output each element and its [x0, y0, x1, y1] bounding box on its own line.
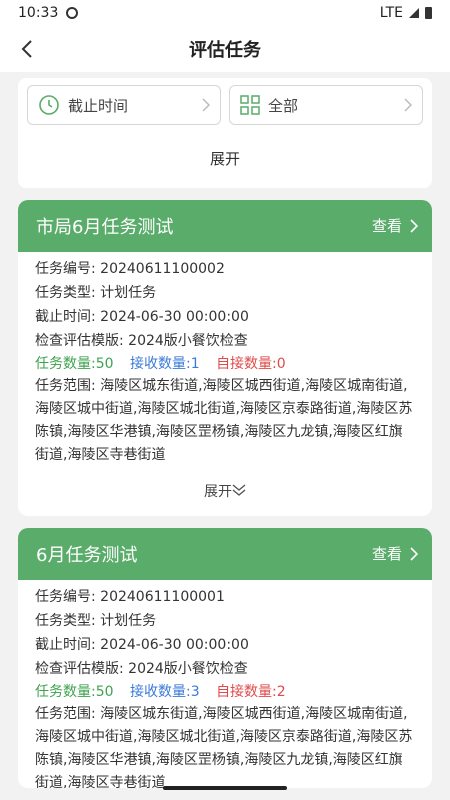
view-button-label: 查看	[371, 217, 402, 235]
count-auto: 自接数量:0	[216, 356, 286, 372]
task-card: 市局6月任务测试 查看 任务编号: 20240611100002 任务类型: 计…	[18, 200, 432, 516]
task-number: 20240611100002	[100, 261, 225, 277]
task-type: 计划任务	[100, 613, 157, 629]
chevron-right-icon	[410, 546, 418, 561]
home-indicator[interactable]	[163, 786, 287, 790]
task-number: 20240611100001	[100, 589, 225, 605]
chevron-right-icon	[410, 218, 418, 233]
task-template: 2024版小餐饮检查	[128, 661, 248, 677]
task-deadline-row: 截止时间: 2024-06-30 00:00:00	[35, 634, 249, 654]
view-button[interactable]: 查看	[372, 215, 418, 236]
count-total: 任务数量:50	[35, 684, 114, 700]
filter-expand-button[interactable]: 展开	[18, 148, 432, 169]
task-type: 计划任务	[100, 285, 157, 301]
task-number-row: 任务编号: 20240611100002	[35, 258, 225, 278]
count-total: 任务数量:50	[35, 356, 114, 372]
notification-icon	[66, 7, 79, 19]
page-title: 评估任务	[189, 40, 261, 61]
count-received: 接收数量:1	[129, 356, 200, 372]
task-card: 6月任务测试 查看 任务编号: 20240611100001 任务类型: 计划任…	[18, 528, 432, 788]
task-card-header: 6月任务测试 查看	[18, 528, 432, 580]
filter-card: 截止时间 全部 展开	[18, 78, 432, 188]
task-scope: 任务范围: 海陵区城东街道,海陵区城西街道,海陵区城南街道,海陵区城中街道,海陵…	[35, 706, 413, 788]
chevron-right-icon	[404, 98, 412, 112]
view-button[interactable]: 查看	[372, 543, 418, 564]
task-type-row: 任务类型: 计划任务	[35, 282, 156, 302]
deadline-filter-button[interactable]: 截止时间	[27, 85, 221, 125]
category-filter-button[interactable]: 全部	[229, 85, 423, 125]
deadline-filter-label: 截止时间	[68, 96, 129, 115]
task-number-row: 任务编号: 20240611100001	[35, 586, 225, 606]
task-card-header: 市局6月任务测试 查看	[18, 200, 432, 252]
task-type-key: 任务类型:	[35, 613, 96, 629]
nav-bar: 评估任务	[0, 26, 450, 72]
back-icon[interactable]	[14, 36, 40, 62]
clock-icon	[39, 95, 59, 115]
task-deadline: 2024-06-30 00:00:00	[100, 309, 249, 325]
task-title: 6月任务测试	[36, 545, 138, 566]
task-deadline-key: 截止时间:	[35, 637, 96, 653]
task-counts-row: 任务数量:50 接收数量:3 自接数量:2	[35, 681, 286, 701]
task-counts-row: 任务数量:50 接收数量:1 自接数量:0	[35, 353, 286, 373]
category-filter-label: 全部	[268, 96, 299, 115]
signal-icon	[409, 8, 419, 18]
count-auto: 自接数量:2	[216, 684, 286, 700]
grid-icon	[240, 95, 260, 115]
task-deadline-key: 截止时间:	[35, 309, 96, 325]
task-template: 2024版小餐饮检查	[128, 333, 248, 349]
battery-icon	[425, 7, 432, 19]
task-expand-label: 展开	[204, 484, 232, 500]
task-template-row: 检查评估模版: 2024版小餐饮检查	[35, 658, 248, 678]
task-template-row: 检查评估模版: 2024版小餐饮检查	[35, 330, 248, 350]
task-type-row: 任务类型: 计划任务	[35, 610, 156, 630]
task-number-key: 任务编号:	[35, 589, 96, 605]
status-time: 10:33	[18, 5, 59, 21]
task-template-key: 检查评估模版:	[35, 661, 124, 677]
task-deadline: 2024-06-30 00:00:00	[100, 637, 249, 653]
count-received: 接收数量:3	[129, 684, 200, 700]
task-number-key: 任务编号:	[35, 261, 96, 277]
status-bar: 10:33 LTE	[0, 0, 450, 26]
task-expand-button[interactable]: 展开	[18, 481, 432, 501]
task-template-key: 检查评估模版:	[35, 333, 124, 349]
double-chevron-down-icon	[232, 484, 246, 496]
task-scope: 任务范围: 海陵区城东街道,海陵区城西街道,海陵区城南街道,海陵区城中街道,海陵…	[35, 378, 413, 463]
view-button-label: 查看	[371, 545, 402, 563]
task-deadline-row: 截止时间: 2024-06-30 00:00:00	[35, 306, 249, 326]
task-title: 市局6月任务测试	[36, 217, 174, 238]
chevron-right-icon	[202, 98, 210, 112]
network-label: LTE	[379, 5, 403, 21]
task-type-key: 任务类型:	[35, 285, 96, 301]
